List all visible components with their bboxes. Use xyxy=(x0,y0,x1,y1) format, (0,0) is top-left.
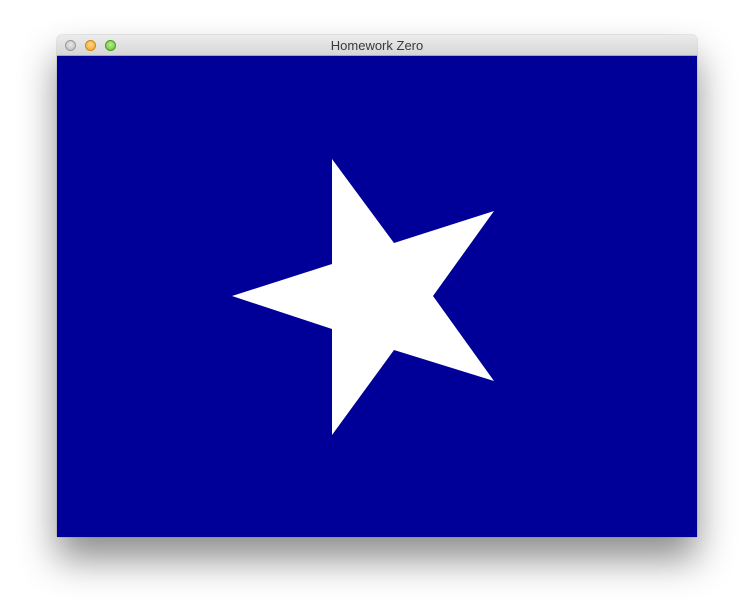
canvas-svg xyxy=(57,56,697,537)
title-bar[interactable]: Homework Zero xyxy=(57,35,697,56)
app-window: Homework Zero xyxy=(57,35,697,537)
desktop: Homework Zero xyxy=(0,0,754,616)
drawing-canvas[interactable] xyxy=(57,56,697,537)
window-title: Homework Zero xyxy=(330,38,424,53)
